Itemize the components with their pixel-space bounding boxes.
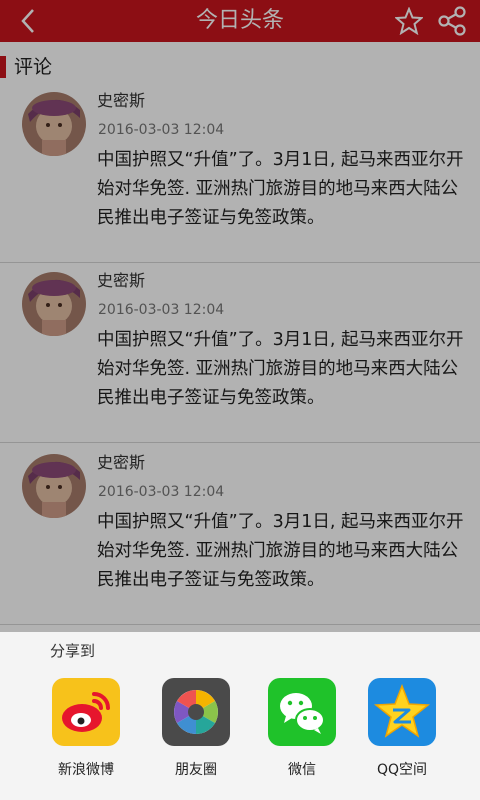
share-moments-button[interactable]: 朋友圈 — [156, 678, 236, 788]
weibo-icon — [52, 678, 120, 746]
share-label: 朋友圈 — [175, 762, 217, 778]
share-label: 新浪微博 — [58, 762, 114, 778]
share-weibo-button[interactable]: 新浪微博 — [46, 678, 126, 788]
moments-icon — [162, 678, 230, 746]
share-sheet-title: 分享到 — [50, 642, 96, 660]
share-label: 微信 — [288, 762, 316, 778]
share-wechat-button[interactable]: 微信 — [262, 678, 342, 788]
share-sheet: 分享到 新浪微博 朋友圈 微信 QQ空间 — [0, 632, 480, 800]
share-qzone-button[interactable]: QQ空间 — [362, 678, 442, 788]
share-label: QQ空间 — [376, 762, 428, 778]
qzone-icon — [368, 678, 436, 746]
wechat-icon — [268, 678, 336, 746]
